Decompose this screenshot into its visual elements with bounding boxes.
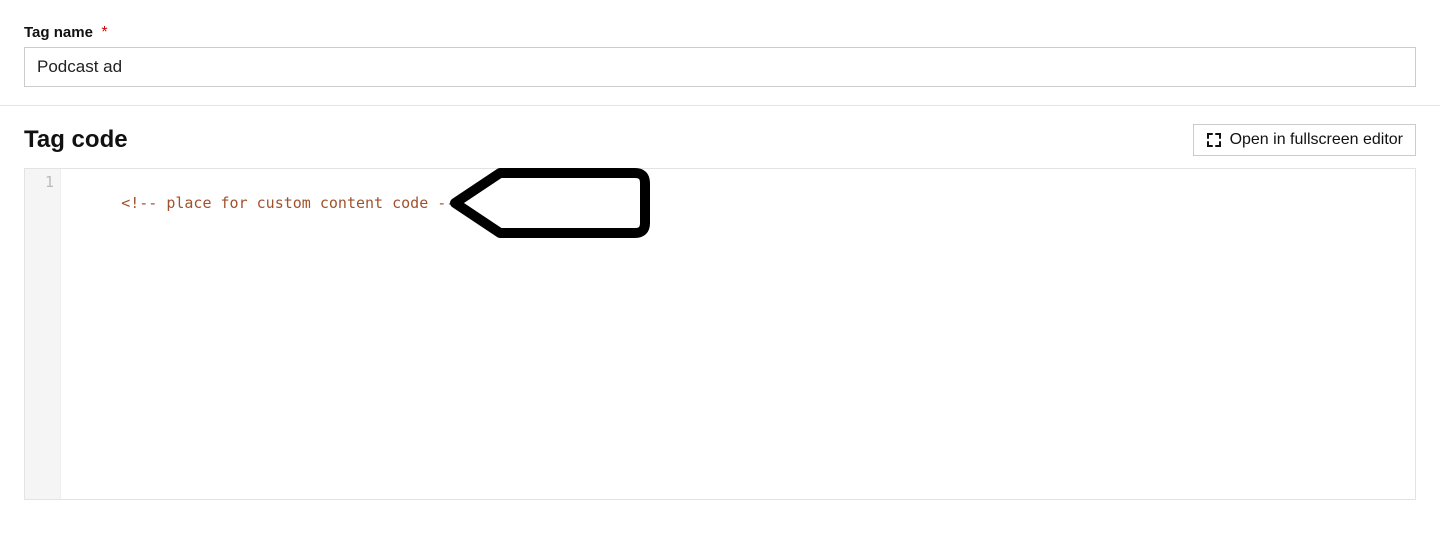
tag-code-title: Tag code (24, 126, 128, 154)
line-number: 1 (25, 173, 54, 191)
fullscreen-icon (1206, 132, 1222, 148)
open-fullscreen-editor-button[interactable]: Open in fullscreen editor (1193, 124, 1416, 156)
tag-name-label: Tag name (24, 24, 93, 41)
code-editor-gutter: 1 (25, 169, 61, 499)
tag-name-input[interactable] (24, 47, 1416, 87)
code-editor-content[interactable]: <!-- place for custom content code --> (61, 169, 1415, 499)
tag-code-section: Tag code Open in fullscreen editor 1 <!-… (0, 106, 1440, 500)
required-indicator: * (101, 24, 107, 41)
code-editor[interactable]: 1 <!-- place for custom content code --> (24, 168, 1416, 500)
code-line-1: <!-- place for custom content code --> (121, 194, 464, 212)
tag-name-field-group: Tag name * (0, 0, 1440, 105)
open-fullscreen-editor-label: Open in fullscreen editor (1230, 131, 1403, 149)
